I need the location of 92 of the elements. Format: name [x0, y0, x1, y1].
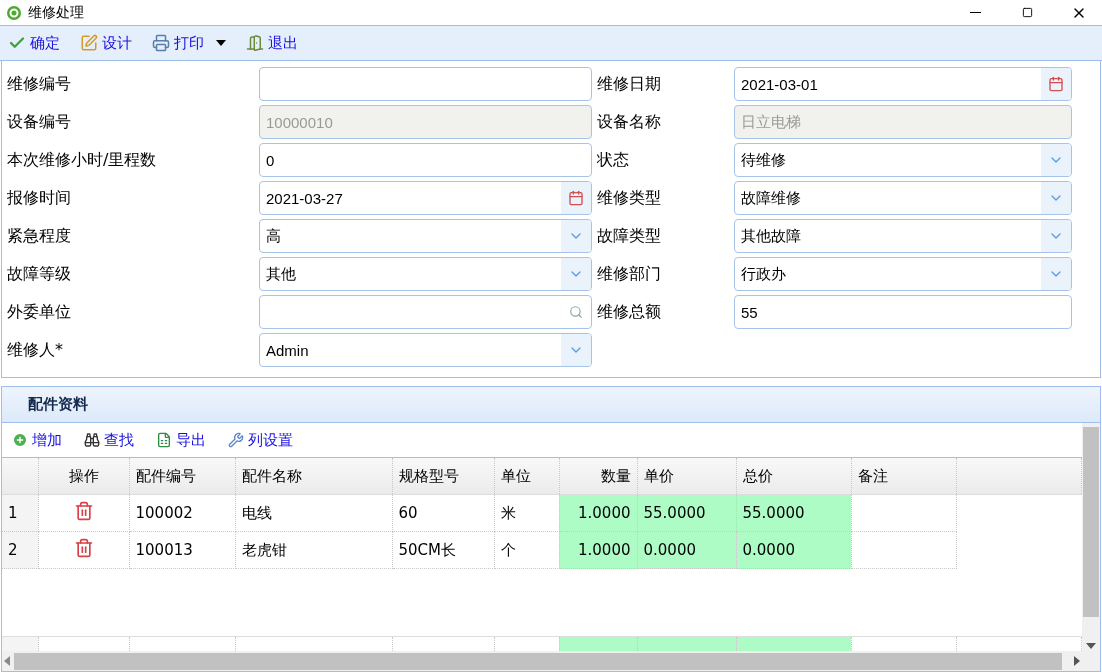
dropdown-button[interactable]	[1041, 220, 1071, 252]
field-label: 维修类型	[597, 186, 662, 209]
toolbar-button[interactable]: 列设置	[228, 430, 293, 450]
date-field[interactable]: 2021-03-01	[734, 67, 1072, 101]
table-cell: 0.0000	[736, 531, 851, 569]
column-header[interactable]: 单位	[494, 458, 559, 495]
field-label: 外委单位	[7, 300, 72, 323]
vertical-scrollbar[interactable]	[1082, 423, 1100, 651]
field-label: 维修人*	[7, 338, 64, 361]
search-icon[interactable]	[569, 305, 583, 319]
dropdown-button[interactable]	[1041, 144, 1071, 176]
input-field[interactable]	[259, 67, 592, 101]
row-number: 1	[2, 494, 38, 532]
field-label: 故障类型	[597, 224, 662, 247]
column-header[interactable]: 备注	[851, 458, 956, 495]
table-cell: 60	[392, 494, 494, 532]
calendar-icon	[1048, 76, 1064, 92]
dropdown-button[interactable]	[561, 220, 591, 252]
panel-title: 配件资料	[28, 395, 88, 414]
wrench-icon	[228, 432, 244, 448]
field-label: 维修部门	[597, 262, 662, 285]
toolbar-button[interactable]: 确定	[8, 33, 60, 53]
calendar-button[interactable]	[1041, 68, 1071, 100]
down-arrow-icon[interactable]	[1086, 643, 1096, 649]
field-label: 维修日期	[597, 72, 662, 95]
row-number: 2	[2, 531, 38, 569]
column-header[interactable]: 配件名称	[235, 458, 392, 495]
table-cell: 电线	[235, 494, 392, 532]
table-cell: 1.0000	[559, 494, 637, 532]
toolbar-button[interactable]: 打印	[152, 33, 226, 53]
field-label: 状态	[597, 148, 630, 171]
dropdown-field[interactable]: Admin	[259, 333, 592, 367]
binoculars-icon	[84, 432, 100, 448]
table-cell: 100002	[129, 494, 235, 532]
spreadsheet-icon	[156, 432, 172, 448]
dropdown-field[interactable]: 高	[259, 219, 592, 253]
table-cell: 55.0000	[637, 494, 736, 532]
dropdown-button[interactable]	[1041, 258, 1071, 290]
table-cell: 老虎钳	[235, 531, 392, 569]
dropdown-button[interactable]	[1041, 182, 1071, 214]
dropdown-field[interactable]: 其他	[259, 257, 592, 291]
field-label: 本次维修小时/里程数	[7, 148, 158, 171]
dropdown-field[interactable]: 故障维修	[734, 181, 1072, 215]
table-cell: 1.0000	[559, 531, 637, 569]
field-label: 设备名称	[597, 110, 662, 133]
date-field[interactable]: 2021-03-27	[259, 181, 592, 215]
dropdown-field[interactable]: 行政办	[734, 257, 1072, 291]
horizontal-scrollbar[interactable]	[2, 651, 1082, 671]
field-label: 故障等级	[7, 262, 72, 285]
column-header[interactable]: 操作	[38, 458, 129, 495]
field-label: 维修编号	[7, 72, 72, 95]
maximize-icon	[1021, 7, 1033, 18]
column-header[interactable]: 规格型号	[392, 458, 494, 495]
table-cell: 0.0000	[637, 531, 736, 569]
column-header[interactable]: 单价	[637, 458, 736, 495]
table-cell: 55.0000	[736, 494, 851, 532]
table-cell: 100013	[129, 531, 235, 569]
dropdown-button[interactable]	[561, 258, 591, 290]
column-header[interactable]: 配件编号	[129, 458, 235, 495]
plus-icon	[12, 432, 28, 448]
input-field[interactable]: 0	[259, 143, 592, 177]
column-header[interactable]: 数量	[559, 458, 637, 495]
dropdown-field[interactable]: 其他故障	[734, 219, 1072, 253]
column-header[interactable]: 总价	[736, 458, 851, 495]
input-field[interactable]: 55	[734, 295, 1072, 329]
toolbar-button[interactable]: 查找	[84, 430, 134, 450]
toolbar-button[interactable]: 导出	[156, 430, 206, 450]
calendar-icon	[568, 190, 584, 206]
left-arrow-icon[interactable]	[4, 656, 10, 666]
minimize-icon	[969, 12, 981, 13]
delete-icon[interactable]	[73, 538, 94, 558]
input-field[interactable]	[259, 295, 592, 329]
right-arrow-icon[interactable]	[1074, 656, 1080, 666]
table-cell: 50CM长	[392, 531, 494, 569]
pencil-icon	[80, 34, 98, 52]
field-label: 设备编号	[7, 110, 72, 133]
table-cell: 个	[494, 531, 559, 569]
door-icon	[246, 34, 264, 52]
field-label: 维修总额	[597, 300, 662, 323]
toolbar-button[interactable]: 设计	[80, 33, 132, 53]
field-label: 报修时间	[7, 186, 72, 209]
toolbar-button[interactable]: 退出	[246, 33, 298, 53]
app-icon	[6, 4, 22, 21]
table-cell: 米	[494, 494, 559, 532]
window-title: 维修处理	[28, 3, 85, 22]
printer-icon	[152, 34, 170, 52]
field-label: 紧急程度	[7, 224, 72, 247]
delete-icon[interactable]	[73, 501, 94, 521]
calendar-button[interactable]	[561, 182, 591, 214]
dropdown-button[interactable]	[561, 334, 591, 366]
toolbar-button[interactable]: 增加	[12, 430, 62, 450]
dropdown-field[interactable]: 待维修	[734, 143, 1072, 177]
